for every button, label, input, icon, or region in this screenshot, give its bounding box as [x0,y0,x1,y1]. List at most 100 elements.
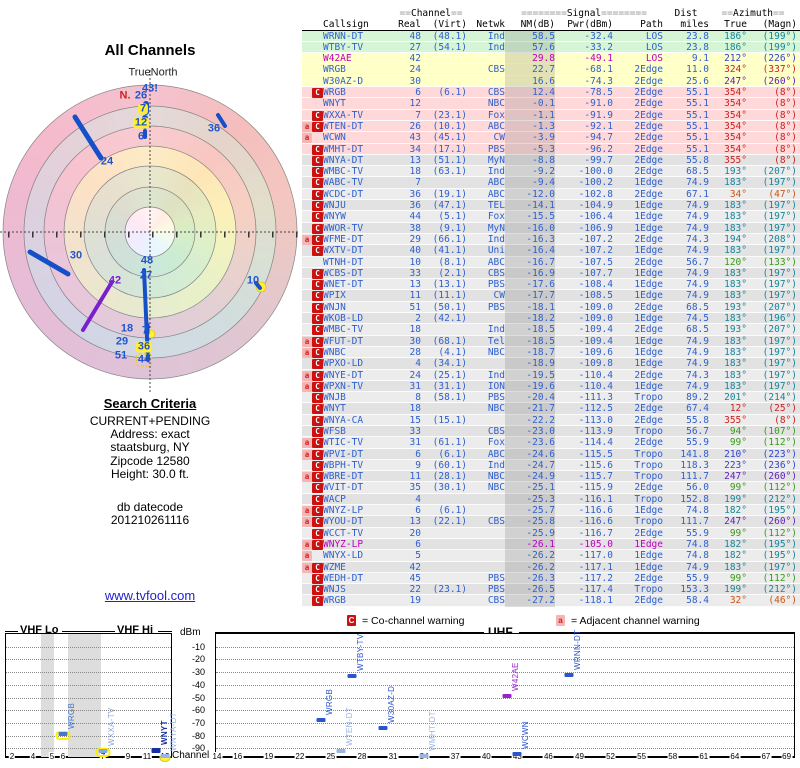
azimuth-true-cell: 99° [729,437,747,449]
network-cell [467,528,505,539]
azimuth-true-cell: 210° [724,448,747,460]
co-channel-warning-badge: C [312,539,323,550]
adjacent-warning-badge [302,268,312,279]
signal-point [512,752,522,757]
nm-db-cell: -1.3 [505,120,555,133]
gridline [6,684,171,686]
azimuth-magnetic-cell: (195°) [762,538,797,550]
path-cell: 1Edge [634,313,663,325]
adjacent-warning-badge [302,426,312,437]
nm-db-cell: 12.4 [505,87,555,99]
co-channel-warning-badge: C [312,562,323,573]
power-dbm-cell: -92.1 [584,120,613,132]
power-dbm-cell: -115.5 [578,448,613,460]
azimuth-magnetic-cell: (8°) [774,143,797,155]
callsign-cell: WCBS-DT [323,267,364,279]
virtual-channel-cell [421,595,467,606]
miles-cell: 23.8 [686,30,709,42]
radar-signal-line [72,114,104,161]
azimuth-magnetic-cell: (260°) [762,75,797,87]
co-channel-warning-badge: C [312,506,323,517]
adjacent-warning-badge: a [302,234,312,245]
azimuth-true-cell: 183° [724,267,747,279]
azimuth-true-cell: 182° [724,550,747,562]
miles-cell: 68.5 [686,324,709,336]
azimuth-magnetic-cell: (199°) [762,30,797,42]
virtual-channel-cell: (11.1) [432,290,467,302]
callsign-cell: WNYT [323,98,346,110]
nm-db-cell: -23.0 [505,425,555,438]
power-dbm-cell: -68.1 [584,64,613,76]
path-cell: Tropo [634,425,663,437]
x-axis-tick-label: 37 [449,752,461,761]
co-channel-warning-badge: C [312,234,323,245]
path-cell: Tropo [634,392,663,404]
tvfool-link[interactable]: www.tvfool.com [0,588,300,603]
search-criteria-line: Address: exact [110,427,190,442]
miles-cell: 25.6 [686,75,709,87]
power-dbm-cell: -91.0 [584,98,613,110]
nm-db-cell: -22.2 [505,414,555,426]
nm-db-cell: -18.1 [505,301,555,314]
miles-cell: 89.2 [686,392,709,404]
real-channel-cell: 6 [415,538,421,550]
nm-db-cell: 22.7 [505,64,555,76]
signal-point-label: WNYA-DT [169,712,178,751]
signal-point-label: WNYT [160,719,169,745]
x-axis-tick-label: 46 [542,752,554,761]
real-channel-cell: 33 [409,267,421,279]
nm-db-cell: 58.5 [505,30,555,42]
virtual-channel-cell [421,426,467,437]
adjacent-warning-badge [302,392,312,403]
nm-db-cell: -17.6 [505,279,555,291]
radar-channel-label: 44 [135,353,153,367]
real-channel-cell: 13 [409,516,421,528]
radar-channel-label: 6 [137,130,145,143]
gridline [216,672,794,674]
power-dbm-cell: -107.5 [578,256,613,268]
path-cell: 2Edge [634,120,663,132]
y-axis-tick-label: -80 [191,730,205,741]
real-channel-cell: 31 [409,380,421,392]
adjacent-warning-badge [302,200,312,211]
virtual-channel-cell: (25.1) [432,369,467,381]
azimuth-magnetic-cell: (112°) [762,482,797,494]
virtual-channel-cell: (17.1) [432,143,467,155]
power-dbm-cell: -114.4 [578,437,613,449]
nm-db-cell: -27.2 [505,595,555,607]
co-channel-warning-badge: C [312,212,323,223]
azimuth-true-cell: 354° [724,109,747,121]
network-cell: CBS [487,425,505,437]
table-row: C WWOR-TV 38 (9.1) MyN -16.0 -106.9 1Edge 74.9 18… [302,222,800,234]
radar-channel-label: 7 [137,102,149,115]
callsign-cell: WXXA-TV [323,109,364,121]
adjacent-warning-badge: a [302,562,312,573]
table-row: C WCBS-DT 33 (2.1) CBS -16.9 -107.7 1Edge 74.9 18… [302,267,800,280]
virtual-channel-cell: (6.1) [438,87,467,99]
co-channel-warning-badge: C [312,291,323,302]
power-dbm-cell: -109.4 [578,335,613,347]
network-cell: ION [487,380,505,392]
callsign-cell: WCWN [323,132,346,144]
co-channel-warning-badge [312,257,323,268]
network-cell: NBC [487,471,505,483]
azimuth-true-cell: 193° [724,324,747,336]
callsign-cell: WNYW [323,211,346,223]
adjacent-warning-badge: a [302,381,312,392]
virtual-channel-cell: (22.1) [432,516,467,528]
signal-point [316,718,326,723]
callsign-cell: WNYE-DT [323,369,364,381]
power-dbm-cell: -109.0 [578,301,613,313]
miles-cell: 55.8 [686,414,709,426]
miles-cell: 11.0 [686,64,709,76]
power-dbm-cell: -91.9 [584,109,613,121]
adjacent-warning-badge: a [302,133,312,144]
network-cell: Uni [487,245,505,257]
virtual-channel-cell [421,528,467,539]
signal-point [151,747,161,753]
x-axis-tick-label: 52 [605,752,617,761]
nm-db-cell: -0.1 [505,98,555,110]
x-axis-tick-label: 19 [263,752,275,761]
network-cell: Ind [487,233,505,245]
virtual-channel-cell: (61.1) [432,437,467,449]
